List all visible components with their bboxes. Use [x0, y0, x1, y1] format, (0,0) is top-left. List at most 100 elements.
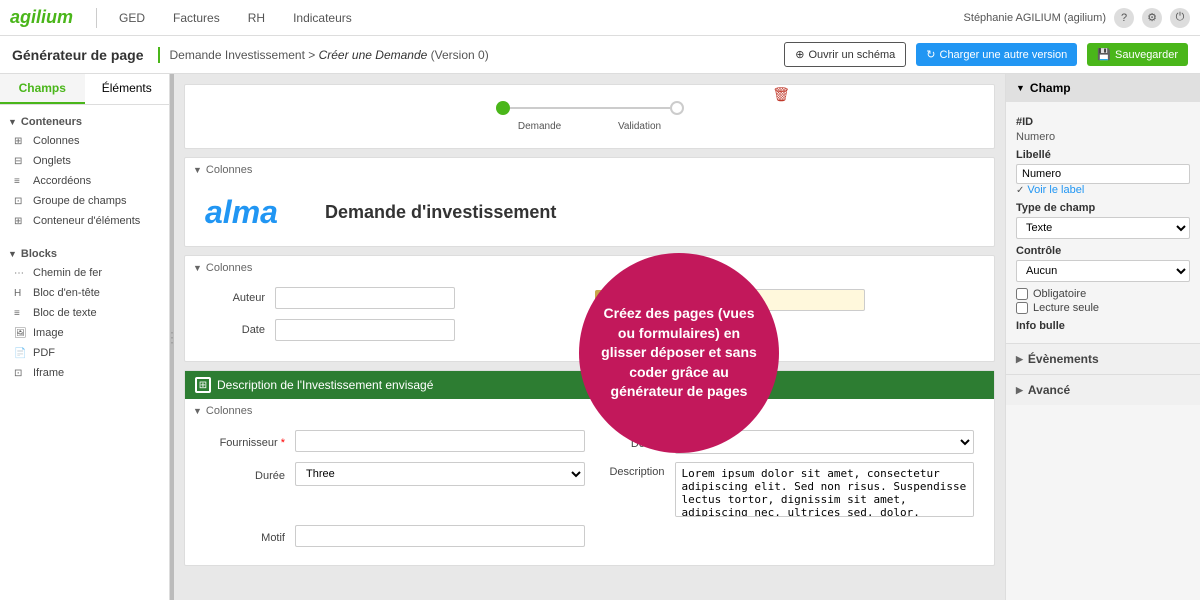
nav-factures[interactable]: Factures: [159, 0, 234, 36]
delete-button[interactable]: 🗑: [772, 86, 790, 102]
tab-champs[interactable]: Champs: [0, 74, 85, 104]
help-icon[interactable]: ?: [1114, 8, 1134, 28]
section2-title: Description de l'Investissement envisagé: [217, 378, 433, 392]
step-line-8: [622, 107, 638, 109]
sidebar-item-colonnes[interactable]: ⊞ Colonnes: [8, 131, 161, 151]
evenements-section: Évènements: [1006, 343, 1200, 374]
fournisseur-input[interactable]: [295, 430, 585, 452]
topbar-right: Stéphanie AGILIUM (agilium) ? ⚙ ⏻: [964, 8, 1190, 28]
step-dot-1: [496, 101, 510, 115]
stepper-wrapper: Demande Validation: [490, 101, 690, 132]
nav-rh[interactable]: RH: [234, 0, 279, 36]
load-version-button[interactable]: ↻ Charger une autre version: [916, 43, 1077, 66]
nav-separator: [96, 8, 97, 28]
demande-title: Demande d'investissement: [325, 202, 556, 223]
tab-elements[interactable]: Éléments: [85, 74, 170, 104]
step-line-3: [542, 107, 558, 109]
libelle-input[interactable]: [1016, 164, 1190, 184]
info-bulle-label: Info bulle: [1016, 320, 1190, 332]
conteneur-elements-icon: ⊞: [14, 216, 28, 227]
step-line-9: [638, 107, 654, 109]
step-line-1: [510, 107, 526, 109]
sidebar-item-onglets[interactable]: ⊟ Onglets: [8, 151, 161, 171]
groupe-champs-label: Groupe de champs: [33, 195, 127, 207]
columns-label-2: Colonnes: [185, 256, 994, 277]
sidebar-item-pdf[interactable]: 📄 PDF: [8, 343, 161, 363]
motif-label: Motif: [205, 528, 285, 544]
accordeons-label: Accordéons: [33, 175, 91, 187]
step-line-6: [590, 107, 606, 109]
colonnes-label: Colonnes: [33, 135, 79, 147]
page-generator-title: Générateur de page: [12, 47, 160, 63]
avance-header[interactable]: Avancé: [1006, 375, 1200, 405]
sidebar-item-bloc-texte[interactable]: ≡ Bloc de texte: [8, 303, 161, 323]
sidebar-item-image[interactable]: 🖼 Image: [8, 323, 161, 343]
onglets-icon: ⊟: [14, 156, 28, 167]
sidebar-item-conteneur-elements[interactable]: ⊞ Conteneur d'éléments: [8, 211, 161, 231]
sidebar-item-iframe[interactable]: ⊡ Iframe: [8, 363, 161, 383]
desc-row-2: Durée Three Description Lorem ipsum dolo…: [205, 462, 974, 517]
section-blocks-title: Blocks: [8, 243, 161, 263]
logout-icon[interactable]: ⏻: [1170, 8, 1190, 28]
nav-indicateurs[interactable]: Indicateurs: [279, 0, 366, 36]
lecture-seule-label: Lecture seule: [1033, 302, 1099, 314]
type-select[interactable]: Texte: [1016, 217, 1190, 239]
breadcrumb-sep: >: [308, 48, 318, 62]
description-group: Description Lorem ipsum dolor sit amet, …: [595, 462, 975, 517]
id-label: #ID: [1016, 116, 1190, 128]
stepper-card: Demande Validation: [184, 84, 995, 149]
desc-row-1: Fournisseur Devise Three: [205, 430, 974, 454]
date-label: Date: [205, 324, 265, 336]
bloc-texte-label: Bloc de texte: [33, 307, 97, 319]
step-dot-2: [670, 101, 684, 115]
date-input[interactable]: [275, 319, 455, 341]
form1-auteur-row: Auteur: [205, 287, 585, 309]
checkbox-group: Obligatoire Lecture seule: [1016, 288, 1190, 314]
main-layout: Champs Éléments Conteneurs ⊞ Colonnes ⊟ …: [0, 74, 1200, 600]
canvas-wrapper: Demande Validation Colonnes alma Demande…: [184, 84, 995, 566]
invest-header-area: alma Demande d'investissement: [185, 179, 994, 246]
controle-select[interactable]: Aucun: [1016, 260, 1190, 282]
columns-label-1: Colonnes: [185, 158, 994, 179]
bloc-entete-icon: H: [14, 288, 28, 299]
onglets-label: Onglets: [33, 155, 71, 167]
sidebar: Champs Éléments Conteneurs ⊞ Colonnes ⊟ …: [0, 74, 170, 600]
colonnes-icon: ⊞: [14, 136, 28, 147]
fournisseur-label: Fournisseur: [205, 433, 285, 449]
auteur-input[interactable]: [275, 287, 455, 309]
save-button[interactable]: 💾 Sauvegarder: [1087, 43, 1188, 66]
motif-input[interactable]: [295, 525, 585, 547]
save-icon: 💾: [1097, 48, 1111, 61]
duree-select[interactable]: Three: [295, 462, 585, 486]
obligatoire-label: Obligatoire: [1033, 288, 1086, 300]
accordeons-icon: ≡: [14, 176, 28, 187]
titlebar: Générateur de page Demande Investissemen…: [0, 36, 1200, 74]
avance-label: Avancé: [1028, 383, 1070, 397]
user-name: Stéphanie AGILIUM (agilium): [964, 12, 1106, 24]
obligatoire-row: Obligatoire: [1016, 288, 1190, 300]
obligatoire-checkbox[interactable]: [1016, 288, 1028, 300]
sidebar-item-bloc-entete[interactable]: H Bloc d'en-tête: [8, 283, 161, 303]
step-line-7: [606, 107, 622, 109]
settings-icon[interactable]: ⚙: [1142, 8, 1162, 28]
sidebar-item-groupe-champs[interactable]: ⊡ Groupe de champs: [8, 191, 161, 211]
lecture-seule-row: Lecture seule: [1016, 302, 1190, 314]
description-label: Description: [595, 462, 665, 478]
open-schema-button[interactable]: ⊕ Ouvrir un schéma: [784, 42, 906, 67]
stepper: [496, 101, 684, 115]
voir-label[interactable]: Voir le label: [1016, 184, 1190, 196]
evenements-header[interactable]: Évènements: [1006, 344, 1200, 374]
groupe-champs-icon: ⊡: [14, 196, 28, 207]
fournisseur-group: Fournisseur: [205, 430, 585, 452]
right-panel-header: Champ: [1006, 74, 1200, 102]
breadcrumb-version-num: (Version 0): [431, 48, 489, 62]
description-textarea[interactable]: Lorem ipsum dolor sit amet, consectetur …: [675, 462, 975, 517]
nav-ged[interactable]: GED: [105, 0, 159, 36]
lecture-seule-checkbox[interactable]: [1016, 302, 1028, 314]
sidebar-item-accordeons[interactable]: ≡ Accordéons: [8, 171, 161, 191]
breadcrumb-start: Demande Investissement: [170, 48, 305, 62]
step-line-4: [558, 107, 574, 109]
libelle-label: Libellé: [1016, 149, 1190, 161]
step-label-2: Validation: [618, 121, 661, 132]
sidebar-item-chemin-fer[interactable]: ⋯ Chemin de fer: [8, 263, 161, 283]
